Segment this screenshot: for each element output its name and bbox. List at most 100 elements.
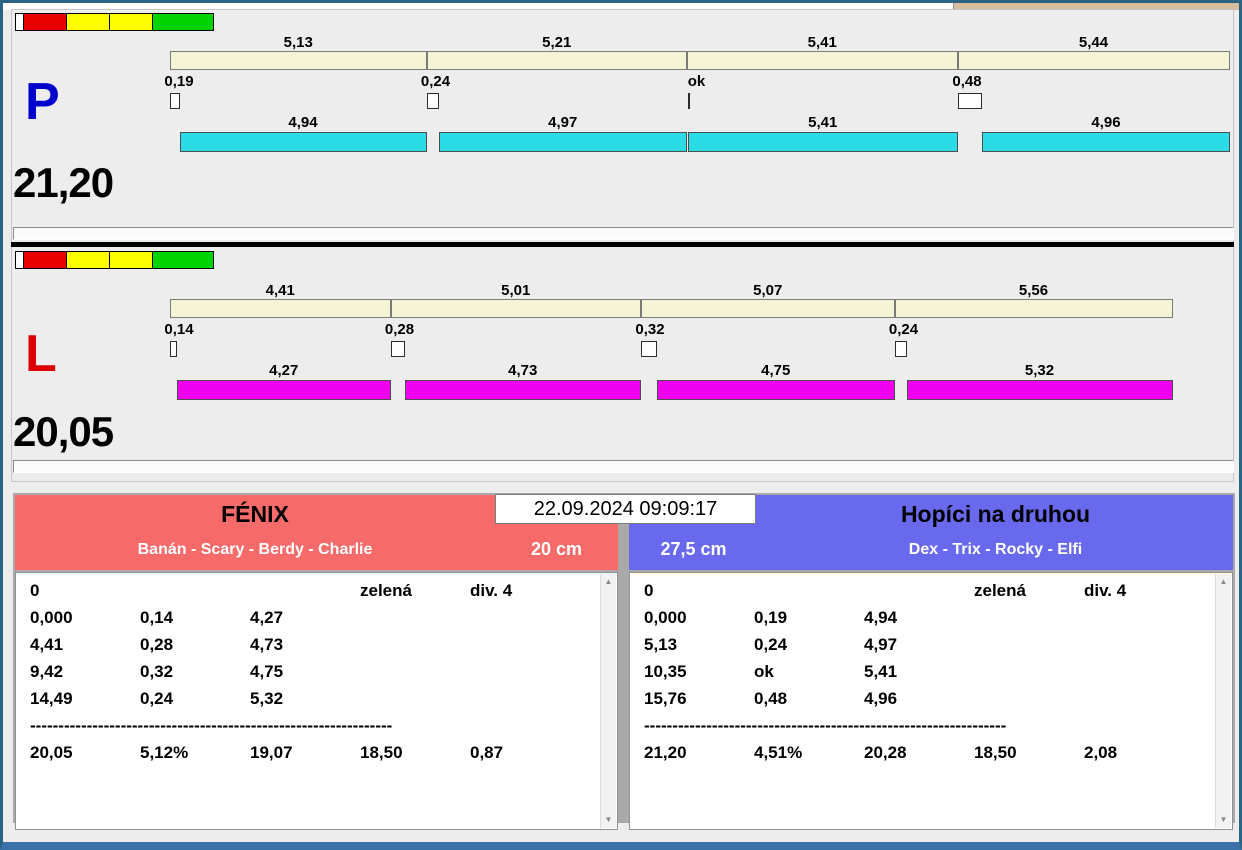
lane-panel-p: 5,13 5,21 5,41 5,44 0,19 0,24 ok 0,48 4,…: [3, 10, 1239, 242]
cell: 0,14: [140, 608, 174, 627]
exchange-time-label: 0,19: [164, 73, 194, 90]
scroll-down-button[interactable]: ▼: [1216, 812, 1231, 828]
cell: 0,87: [470, 743, 504, 762]
exchange-time-label: 0,24: [888, 321, 919, 338]
cell: 0,28: [140, 635, 174, 654]
leg-bar: [957, 51, 1230, 70]
leg-segment: 5,07: [641, 282, 895, 318]
scrollbar[interactable]: ▲ ▼: [1215, 574, 1231, 828]
timing-track-l: 4,41 5,01 5,07 5,56 0,14 0,28 0,32 0,24 …: [164, 258, 1235, 418]
cell: 4,41: [30, 635, 64, 654]
status-strip: [13, 460, 1234, 473]
team-members: Dex - Trix - Rocky - Elfi: [908, 541, 1083, 558]
cell: 14,49: [30, 689, 73, 708]
cell: 4,73: [250, 635, 284, 654]
divider-row: ----------------------------------------…: [30, 716, 393, 735]
timing-track-p: 5,13 5,21 5,41 5,44 0,19 0,24 ok 0,48 4,…: [164, 10, 1235, 170]
split-row: 0,000 0,19 4,94: [644, 604, 1215, 631]
leg-segment: 5,41: [687, 34, 958, 70]
light-yellow-2: [109, 251, 153, 269]
results-section: FÉNIX Banán - Scary - Berdy - Charlie 20…: [3, 485, 1239, 842]
run-time-label: 4,75: [761, 362, 791, 379]
exchange-time-label: ok: [687, 73, 706, 90]
run-segment: 5,41: [687, 113, 958, 152]
titlebar-inactive-area: [953, 3, 1239, 10]
cell: 0,000: [30, 608, 73, 627]
exchange-marker: 0,19: [164, 73, 202, 109]
cell: 0,48: [754, 689, 788, 708]
run-segment: 5,32: [906, 361, 1173, 400]
cell: 5,13: [644, 635, 678, 654]
split-row: 15,76 0,48 4,96: [644, 685, 1215, 712]
exchange-marker: 0,24: [889, 321, 927, 357]
team-members: Banán - Scary - Berdy - Charlie: [137, 541, 373, 558]
leg-bar: [426, 51, 687, 70]
leg-segment: 5,56: [894, 282, 1173, 318]
cell: 0: [30, 581, 40, 600]
datetime-box: 22.09.2024 09:09:17: [495, 494, 756, 524]
results-column-left: FÉNIX Banán - Scary - Berdy - Charlie 20…: [15, 495, 618, 830]
total-row: 21,20 4,51% 20,28 18,50 2,08: [644, 739, 1215, 766]
run-time-label: 4,96: [1091, 114, 1121, 131]
exchange-marker: 0,28: [385, 321, 423, 357]
cell: 0: [644, 581, 654, 600]
results-text-right[interactable]: 0 zelená div. 4 0,000 0,19 4,94 5,13 0,24 4,97…: [629, 572, 1233, 830]
exchange-box: [687, 93, 690, 109]
leg-time-label: 5,41: [807, 34, 837, 51]
run-time-label: 4,73: [508, 362, 538, 379]
cell: 4,75: [250, 662, 284, 681]
cell: 19,07: [250, 743, 293, 762]
run-bar: [906, 380, 1173, 400]
cell: 0,19: [754, 608, 788, 627]
cell: 0,24: [140, 689, 174, 708]
leg-segment: 5,13: [170, 34, 427, 70]
leg-time-label: 5,21: [542, 34, 572, 51]
cell: 5,41: [864, 662, 898, 681]
results-text-left[interactable]: 0 zelená div. 4 0,000 0,14 4,27 4,41 0,28 4,73…: [15, 572, 618, 830]
cell: 0,24: [754, 635, 788, 654]
cell: 10,35: [644, 662, 687, 681]
exchange-time-label: 0,32: [635, 321, 665, 338]
total-row: 20,05 5,12% 19,07 18,50 0,87: [30, 739, 600, 766]
cell: ok: [754, 662, 774, 681]
leg-segment: 4,41: [170, 282, 391, 318]
cell: 21,20: [644, 743, 687, 762]
lane-total-time: 20,05: [13, 408, 114, 455]
leg-bar: [170, 51, 427, 70]
split-row: 9,42 0,32 4,75: [30, 658, 600, 685]
exchange-time-label: 0,14: [164, 321, 194, 338]
scroll-up-button[interactable]: ▲: [601, 574, 616, 590]
titlebar-strip: [3, 3, 953, 10]
lane-letter: L: [25, 325, 57, 383]
light-yellow-2: [109, 13, 153, 31]
scroll-down-button[interactable]: ▼: [601, 812, 616, 828]
exchange-box: [170, 341, 177, 357]
height-category: 20 cm: [530, 539, 583, 559]
leg-segment: 5,21: [426, 34, 687, 70]
light-yellow-1: [66, 251, 110, 269]
lane-total-time: 21,20: [13, 159, 114, 206]
leg-bar: [894, 299, 1173, 318]
light-red: [23, 251, 67, 269]
run-time-label: 4,97: [548, 114, 578, 131]
results-text-content: 0 zelená div. 4 0,000 0,19 4,94 5,13 0,24 4,97…: [630, 577, 1215, 829]
leg-bar: [641, 299, 895, 318]
exchange-box: [426, 93, 439, 109]
exchange-box: [170, 93, 180, 109]
run-time-label: 5,32: [1024, 362, 1055, 379]
run-segment: 4,97: [438, 113, 687, 152]
results-header-row: 0 zelená div. 4: [30, 577, 600, 604]
cell: 4,97: [864, 635, 898, 654]
scroll-up-button[interactable]: ▲: [1216, 574, 1231, 590]
exchange-time-label: 0,24: [420, 73, 451, 90]
scrollbar[interactable]: ▲ ▼: [600, 574, 616, 828]
cell: 20,05: [30, 743, 73, 762]
leg-time-label: 5,56: [1018, 282, 1049, 299]
exchange-marker: 0,24: [421, 73, 459, 109]
cell: 18,50: [974, 743, 1017, 762]
cell: 0,000: [644, 608, 687, 627]
exchange-marker: 0,14: [164, 321, 202, 357]
leg-bar: [390, 299, 641, 318]
exchange-time-label: 0,28: [384, 321, 415, 338]
run-segment: 4,94: [179, 113, 427, 152]
